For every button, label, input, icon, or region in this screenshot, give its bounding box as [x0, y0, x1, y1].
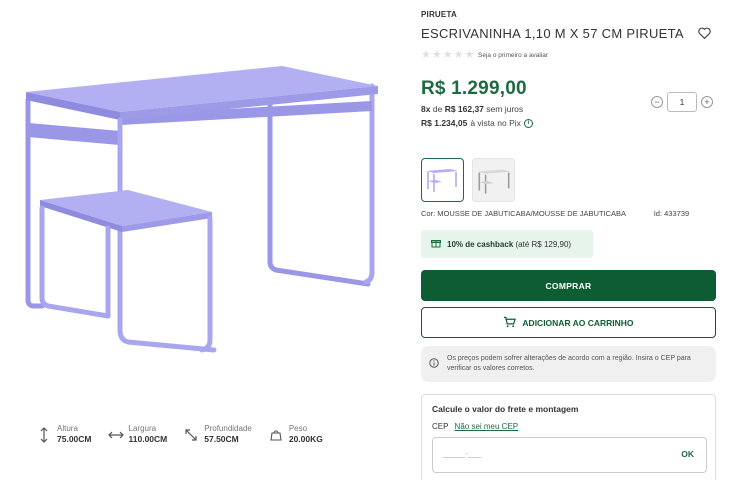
heart-icon[interactable]	[698, 26, 712, 40]
specs-row: Altura 75.00CM Largura 110.00CM Profundi…	[36, 424, 339, 445]
installments-value: R$ 162,37	[444, 104, 484, 114]
height-icon	[36, 426, 52, 444]
star-icon: ★	[421, 49, 431, 61]
cashback-text: 10% de cashback (até R$ 129,90)	[447, 240, 571, 249]
width-icon	[107, 426, 124, 444]
product-info: PIRUETA ESCRIVANINHA 1,10 M X 57 CM PIRU…	[421, 0, 721, 480]
spec-height: Altura 75.00CM	[36, 424, 92, 445]
decrement-button[interactable]: −	[651, 96, 663, 108]
review-link[interactable]: Seja o primeiro a avaliar	[478, 52, 548, 59]
cep-input[interactable]: _____-___ OK	[432, 437, 707, 473]
spec-label: Peso	[288, 424, 308, 433]
cashback-percent: 10% de cashback	[447, 239, 514, 249]
add-to-cart-button[interactable]: ADICIONAR AO CARRINHO	[421, 307, 716, 338]
star-icon: ★	[464, 49, 475, 61]
add-to-cart-label: ADICIONAR AO CARRINHO	[522, 317, 634, 328]
brand-name[interactable]: PIRUETA	[421, 10, 457, 19]
product-image[interactable]	[0, 0, 405, 410]
variant-swatch-gray[interactable]	[472, 158, 515, 202]
pix-suffix: à vista no Pix	[470, 118, 521, 128]
depth-icon	[183, 426, 199, 444]
spec-depth: Profundidade 57.50CM	[183, 424, 252, 445]
variant-swatch-lilac[interactable]	[421, 158, 464, 202]
spec-label: Altura	[57, 424, 78, 433]
color-label: Cor: MOUSSE DE JABUTICABA/MOUSSE DE JABU…	[421, 209, 626, 218]
spec-value: 20.00KG	[288, 434, 323, 444]
spec-value: 110.00CM	[128, 434, 168, 444]
star-icon: ★	[453, 49, 464, 61]
spec-weight: Peso 20.00KG	[268, 424, 323, 445]
dont-know-cep-link[interactable]: Não sei meu CEP	[455, 422, 519, 431]
quantity-stepper: − 1 +	[651, 92, 713, 112]
rating-stars: ★ ★ ★ ★ ★	[421, 50, 474, 61]
star-icon: ★	[431, 49, 442, 61]
spec-value: 57.50CM	[204, 434, 239, 444]
installments-count: 8x	[421, 104, 431, 114]
increment-button[interactable]: +	[701, 96, 713, 108]
spec-label: Largura	[128, 424, 157, 433]
info-icon	[429, 355, 439, 373]
installments-de: de	[432, 104, 443, 114]
product-price: R$ 1.299,00	[421, 78, 527, 99]
spec-label: Profundidade	[204, 424, 252, 433]
price-notice: Os preços podem sofrer alterações de aco…	[421, 346, 716, 382]
freight-title: Calcule o valor do frete e montagem	[432, 404, 579, 414]
cep-row: CEP Não sei meu CEP	[432, 422, 518, 431]
buy-button[interactable]: COMPRAR	[421, 270, 716, 301]
star-icon: ★	[442, 49, 453, 61]
installments-suffix: sem juros	[486, 104, 524, 114]
gift-icon	[431, 238, 441, 250]
info-icon[interactable]: i	[523, 118, 533, 128]
notice-text: Os preços podem sofrer alterações de aco…	[447, 355, 691, 372]
weight-icon	[268, 426, 284, 444]
freight-calculator: Calcule o valor do frete e montagem CEP …	[421, 394, 716, 480]
product-id: Id: 433739	[653, 209, 690, 218]
product-gallery: Altura 75.00CM Largura 110.00CM Profundi…	[0, 0, 405, 480]
cart-icon	[503, 316, 517, 330]
cep-placeholder: _____-___	[443, 449, 482, 458]
ok-button[interactable]: OK	[681, 449, 694, 459]
quantity-field[interactable]: 1	[667, 92, 697, 112]
product-title: ESCRIVANINHA 1,10 M X 57 CM PIRUETA	[421, 26, 684, 41]
spec-value: 75.00CM	[57, 434, 92, 444]
installments-text: 8x de R$ 162,37 sem juros	[421, 104, 523, 114]
cashback-badge: 10% de cashback (até R$ 129,90)	[421, 230, 593, 258]
color-info: Cor: MOUSSE DE JABUTICABA/MOUSSE DE JABU…	[421, 209, 689, 218]
cep-label: CEP	[432, 422, 449, 431]
pix-price: R$ 1.234,05 à vista no Pix i	[421, 118, 533, 128]
cashback-limit: (até R$ 129,90)	[515, 239, 572, 249]
pix-value: R$ 1.234,05	[421, 118, 468, 128]
spec-width: Largura 110.00CM	[107, 424, 168, 445]
